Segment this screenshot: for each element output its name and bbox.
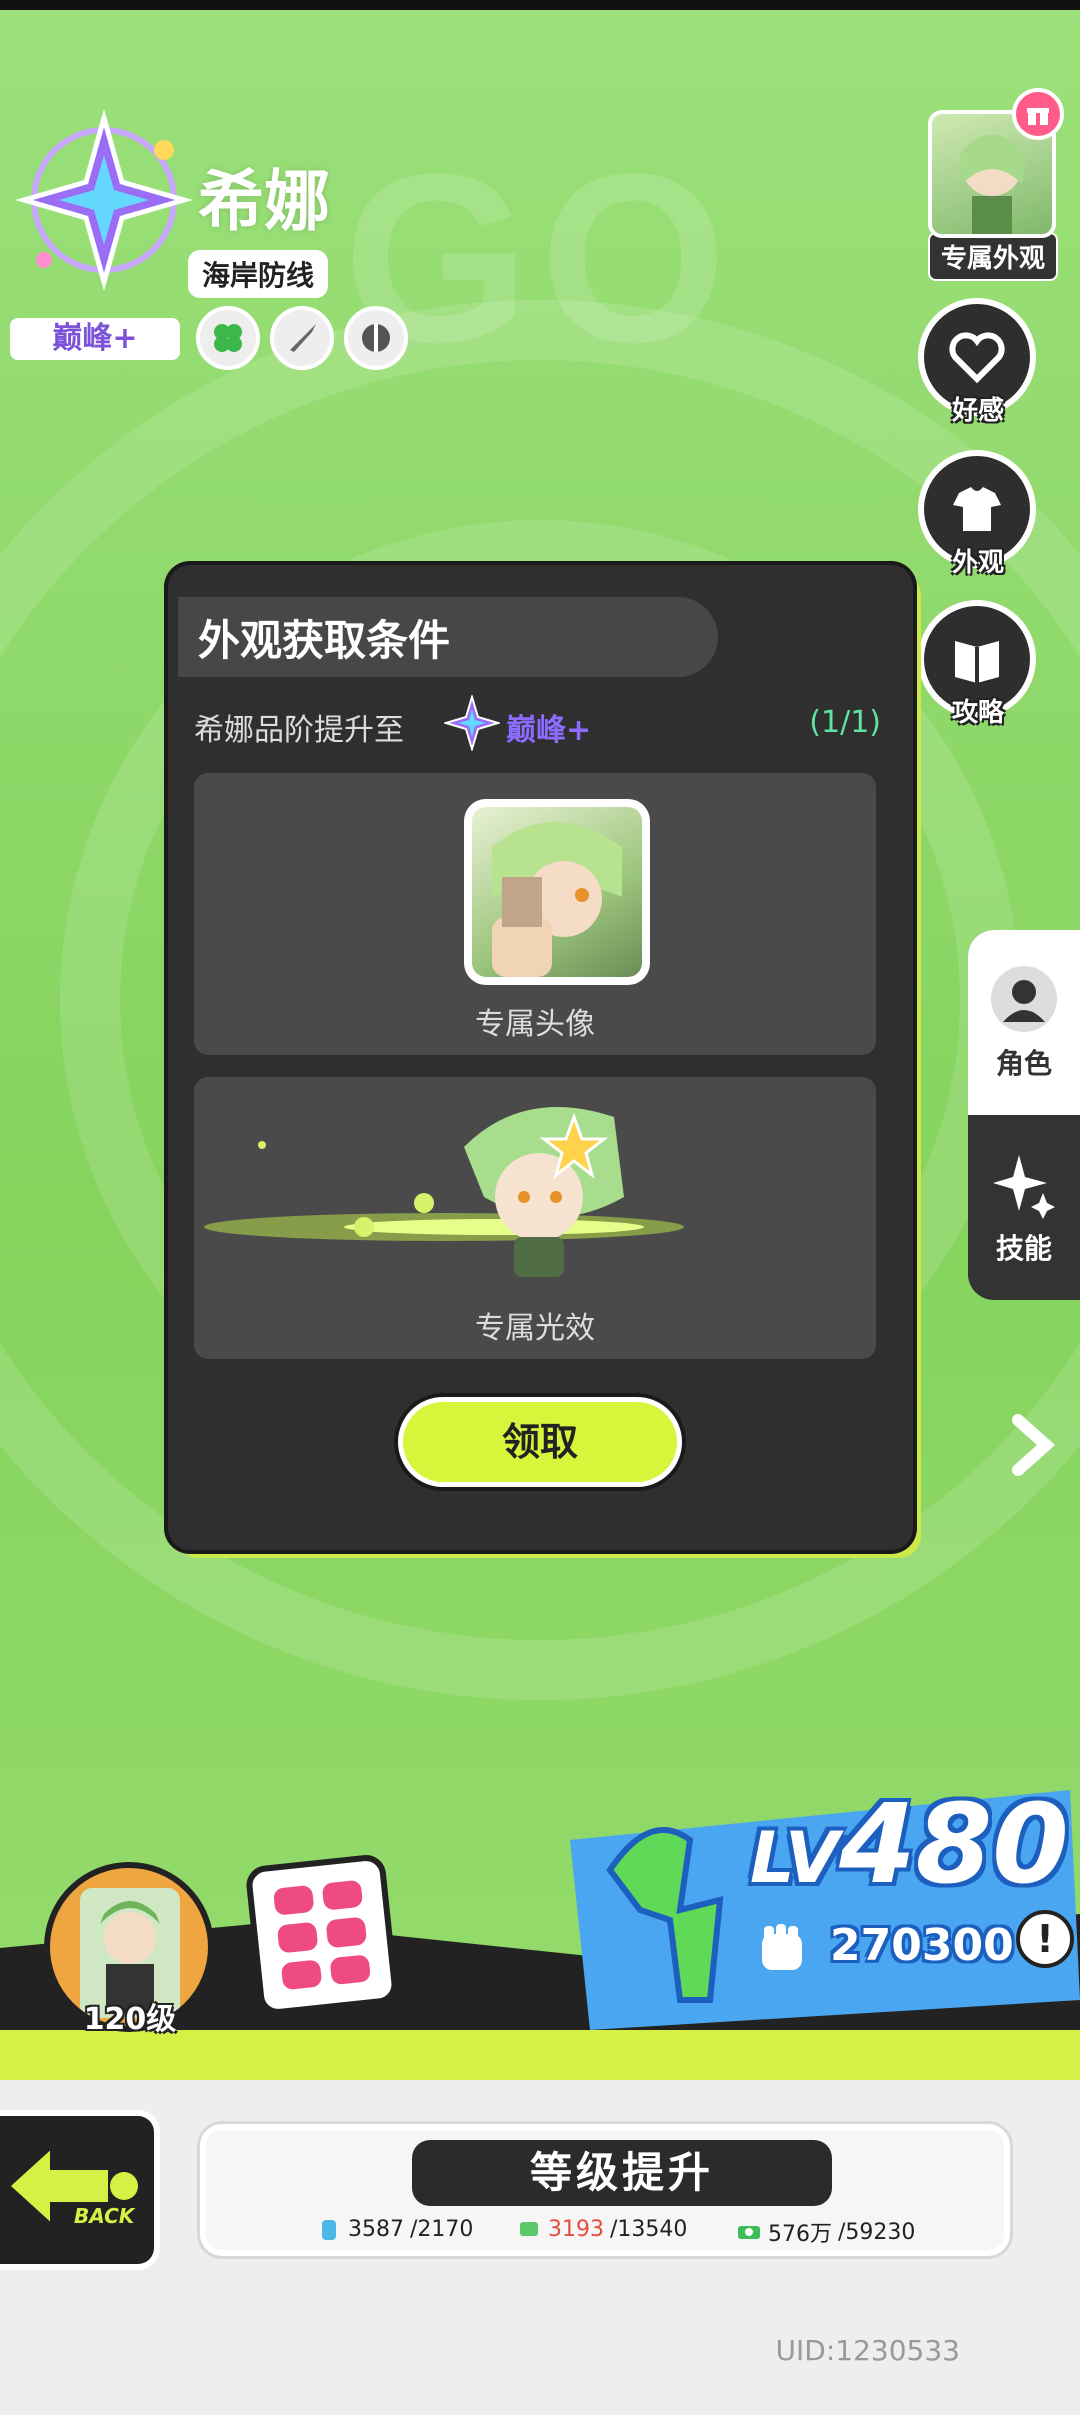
level-panel: LV480 270300 !: [570, 1750, 1080, 2040]
resource-have: 3587: [348, 2216, 404, 2242]
user-id: UID:1230533: [775, 2334, 960, 2367]
shirt-icon: [953, 487, 1001, 531]
resource-have: 576万: [768, 2222, 832, 2247]
claim-button[interactable]: 领取: [398, 1397, 682, 1487]
rank-tag: 巅峰+: [10, 318, 180, 360]
level-up-button[interactable]: 等级提升: [412, 2140, 832, 2206]
tab-character[interactable]: 角色: [968, 930, 1080, 1115]
resource-cash: 576万/59230: [736, 2216, 915, 2248]
dialog-title: 外观获取条件: [198, 616, 451, 665]
appearance-label: 外观: [951, 548, 1004, 578]
grid-cell: [280, 1959, 323, 1991]
grid-cell: [329, 1953, 372, 1986]
grid-cell: [276, 1921, 319, 1954]
exp-potion-icon: [322, 2220, 336, 2240]
faction-tag: 海岸防线: [188, 250, 329, 298]
condition-progress: (1/1): [809, 705, 881, 740]
reward-exclusive-avatar: 专属头像: [194, 773, 876, 1055]
back-label: BACK: [74, 2204, 135, 2228]
guide-button[interactable]: 攻略: [918, 600, 1038, 740]
sparkle-icon: [993, 1154, 1055, 1219]
appearance-condition-dialog: 外观获取条件 希娜品阶提升至 巅峰+ (1/1) 专属头像 专属光效 领取: [168, 565, 913, 1550]
resource-exp-potion: 3587/2170: [316, 2216, 473, 2242]
appearance-button[interactable]: 外观: [918, 450, 1038, 590]
guide-label: 攻略: [951, 698, 1004, 728]
grid-menu-button[interactable]: [244, 1853, 400, 2017]
rank-star-icon: [15, 110, 193, 290]
affection-label: 好感: [951, 396, 1004, 426]
character-level-label: 120级: [83, 2002, 177, 2037]
level-up-panel[interactable]: 等级提升 3587/2170 3193/13540 576万/59230: [200, 2124, 1010, 2256]
reward-label: 专属光效: [475, 1311, 595, 1346]
next-arrow-icon[interactable]: [1008, 1410, 1058, 1480]
cash-icon: [738, 2226, 760, 2239]
power-value: 270300: [830, 1920, 1014, 1971]
affection-button[interactable]: 好感: [918, 298, 1038, 438]
level-display: LV480: [750, 1780, 1069, 1908]
exclusive-avatar-image: [472, 807, 642, 977]
info-button[interactable]: !: [1016, 1910, 1074, 1968]
exp-book-icon: [520, 2222, 538, 2236]
exclusive-effect-image: [204, 1107, 684, 1277]
resource-have: 3193: [548, 2216, 604, 2242]
person-icon: [991, 965, 1057, 1032]
reward-exclusive-effect: 专属光效: [194, 1077, 876, 1359]
grid-cell: [325, 1916, 368, 1949]
book-icon: [955, 641, 999, 683]
rank-star-icon: [444, 695, 500, 751]
tab-skills-label: 技能: [995, 1231, 1052, 1265]
grid-cell: [321, 1879, 364, 1911]
heart-icon: [949, 332, 1005, 384]
status-bar: [0, 0, 1080, 10]
side-tab-bar: 角色 技能: [968, 930, 1080, 1300]
level-prefix: LV: [750, 1817, 840, 1899]
shield-trait-icon[interactable]: [344, 306, 408, 370]
fist-icon: [762, 1924, 802, 1970]
gift-icon: [1012, 88, 1064, 140]
resource-need: /2170: [410, 2216, 474, 2242]
resource-need: /13540: [610, 2216, 688, 2242]
resource-need: /59230: [838, 2219, 916, 2245]
resource-exp-book: 3193/13540: [516, 2216, 687, 2242]
exclusive-skin-button[interactable]: 专属外观: [928, 88, 1064, 281]
back-arrow-icon: [5, 2141, 138, 2231]
clover-trait-icon[interactable]: [196, 306, 260, 370]
sword-trait-icon[interactable]: [270, 306, 334, 370]
back-button[interactable]: [0, 2110, 160, 2270]
tab-character-label: 角色: [995, 1046, 1052, 1080]
tab-skills[interactable]: 技能: [968, 1115, 1080, 1300]
grid-cell: [272, 1884, 315, 1917]
condition-text: 希娜品阶提升至: [194, 713, 404, 748]
character-name: 希娜: [198, 163, 330, 240]
reward-label: 专属头像: [475, 1007, 595, 1042]
level-value: 480: [839, 1780, 1069, 1908]
skin-label: 专属外观: [928, 232, 1058, 281]
condition-rank: 巅峰+: [506, 713, 592, 748]
avatar-frame: [464, 799, 650, 985]
